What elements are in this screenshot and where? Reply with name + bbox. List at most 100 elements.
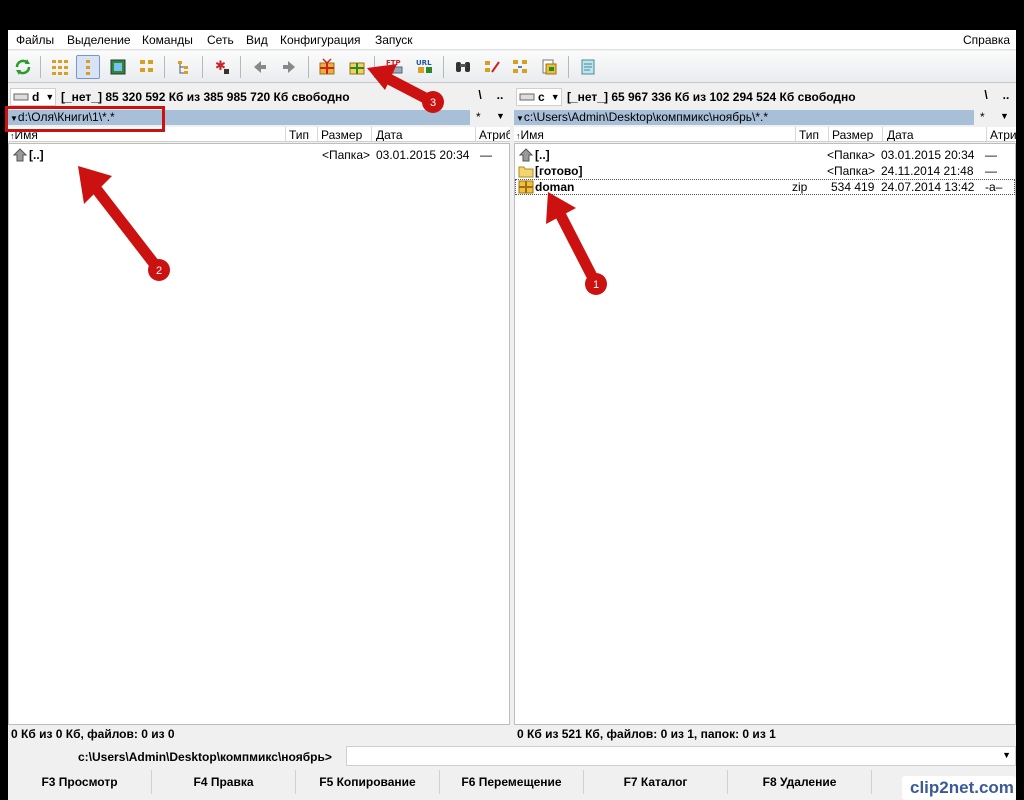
list-item[interactable]: [..] <Папка> 03.01.2015 20:34 — (515, 147, 1015, 163)
file-type: zip (792, 180, 808, 194)
multi-rename-icon (485, 61, 500, 73)
menu-bar: Файлы Выделение Команды Сеть Вид Конфигу… (8, 30, 1016, 50)
annotation-arrow-1: 1 (546, 192, 607, 295)
compare-files-icon (542, 59, 557, 75)
left-root-button[interactable]: \ (470, 88, 490, 106)
left-header-type[interactable]: Тип (289, 128, 309, 141)
notepad-icon (581, 59, 595, 75)
binoculars-icon (456, 62, 470, 72)
pack-archive-icon (319, 58, 335, 75)
file-date: 24.11.2014 21:48 (881, 164, 974, 178)
f3-view-button[interactable]: F3 Просмотр (8, 770, 152, 794)
file-date: 24.07.2014 13:42 (881, 180, 975, 194)
left-header-attr[interactable]: Атрибуты (479, 128, 510, 141)
file-name: [..] (535, 148, 550, 162)
drive-icon (519, 93, 535, 101)
forward-button[interactable] (277, 55, 301, 79)
menu-commands[interactable]: Команды (142, 33, 193, 47)
right-header-size[interactable]: Размер (832, 128, 873, 141)
tree-toggle-button[interactable] (172, 55, 196, 79)
chevron-down-icon[interactable]: ▼ (1002, 750, 1011, 760)
right-status: 0 Кб из 521 Кб, файлов: 0 из 1, папок: 0… (517, 727, 776, 741)
menu-view[interactable]: Вид (246, 33, 268, 47)
file-size: <Папка> (322, 148, 370, 162)
function-key-bar: F3 Просмотр F4 Правка F5 Копирование F6 … (8, 770, 1016, 794)
watermark-logo: clip2net.com (902, 776, 1016, 800)
left-header-size[interactable]: Размер (321, 128, 362, 141)
right-header-type[interactable]: Тип (799, 128, 819, 141)
f7-mkdir-button[interactable]: F7 Каталог (584, 770, 728, 794)
right-drive-select[interactable]: c ▼ (516, 88, 562, 106)
file-size: 534 419 (831, 180, 875, 194)
f8-delete-button[interactable]: F8 Удаление (728, 770, 872, 794)
right-filter[interactable]: * ▼ (978, 110, 1016, 125)
command-line-path: c:\Users\Admin\Desktop\компмикс\ноябрь> (78, 750, 332, 764)
right-header-attr[interactable]: Атрибуты (990, 128, 1016, 141)
file-attr: -a– (985, 180, 1003, 194)
right-root-button[interactable]: \ (976, 88, 996, 106)
total-commander-window: Файлы Выделение Команды Сеть Вид Конфигу… (8, 30, 1016, 800)
arrow-right-icon (283, 61, 295, 73)
brief-view-button[interactable] (48, 55, 72, 79)
menu-files[interactable]: Файлы (16, 33, 54, 47)
right-header-name[interactable]: ↑Имя (516, 128, 544, 141)
menu-selection[interactable]: Выделение (67, 33, 131, 47)
list-item[interactable]: [готово] <Папка> 24.11.2014 21:48 — (515, 163, 1015, 179)
right-header-date[interactable]: Дата (887, 128, 914, 141)
annotation-label-1: 1 (593, 279, 599, 291)
chevron-down-icon: ▼ (550, 92, 560, 102)
file-name: [..] (29, 148, 44, 162)
brief-view-icon (52, 60, 68, 75)
left-header-date[interactable]: Дата (376, 128, 403, 141)
sync-dirs-button[interactable] (508, 55, 532, 79)
parent-dir-icon (12, 148, 28, 165)
star-select-icon: ✱ (215, 59, 229, 74)
full-view-button[interactable] (76, 55, 100, 79)
right-path-bar[interactable]: ▼c:\Users\Admin\Desktop\компмикс\ноябрь\… (514, 110, 974, 125)
full-view-icon (86, 60, 90, 75)
back-button[interactable] (248, 55, 272, 79)
file-size: <Папка> (827, 148, 875, 162)
right-filter-value: * (980, 110, 985, 124)
refresh-button[interactable] (11, 55, 35, 79)
file-date: 03.01.2015 20:34 (376, 148, 470, 162)
annotation-label-3: 3 (430, 97, 436, 109)
f5-copy-button[interactable]: F5 Копирование (296, 770, 440, 794)
right-drive-letter: c (538, 90, 545, 104)
file-name: [готово] (535, 164, 583, 178)
tree-view-button[interactable] (135, 55, 159, 79)
multi-rename-button[interactable] (480, 55, 504, 79)
annotation-arrow-3: 3 (367, 64, 444, 113)
pack-files-button[interactable] (315, 55, 339, 79)
right-drive-info: [_нет_] 65 967 336 Кб из 102 294 524 Кб … (567, 90, 856, 104)
left-drive-info: [_нет_] 85 320 592 Кб из 385 985 720 Кб … (61, 90, 350, 104)
chevron-down-icon: ▼ (496, 111, 505, 121)
menu-network[interactable]: Сеть (207, 33, 234, 47)
f4-edit-button[interactable]: F4 Правка (152, 770, 296, 794)
chevron-down-icon: ▼ (516, 114, 524, 123)
left-filter[interactable]: * ▼ (474, 110, 512, 125)
tree-toggle-icon (178, 61, 188, 74)
menu-help[interactable]: Справка (963, 33, 1010, 47)
watermark-text: clip2net.com (910, 778, 1014, 797)
chevron-down-icon: ▼ (45, 92, 55, 102)
left-up-button[interactable]: .. (490, 88, 510, 106)
file-attr: — (985, 148, 997, 162)
tree-view-icon (140, 60, 153, 72)
select-files-button[interactable]: ✱ (210, 55, 234, 79)
right-up-button[interactable]: .. (996, 88, 1016, 106)
left-drive-letter: d (32, 90, 40, 104)
menu-launch[interactable]: Запуск (375, 33, 413, 47)
f6-move-button[interactable]: F6 Перемещение (440, 770, 584, 794)
compare-button[interactable] (537, 55, 561, 79)
path-highlight-box (5, 106, 165, 132)
left-drive-select[interactable]: d ▼ (10, 88, 56, 106)
menu-configuration[interactable]: Конфигурация (280, 33, 361, 47)
command-line-input[interactable]: ▼ (346, 746, 1016, 766)
thumbnails-button[interactable] (106, 55, 130, 79)
file-size: <Папка> (827, 164, 875, 178)
search-button[interactable] (451, 55, 475, 79)
command-line-bar: c:\Users\Admin\Desktop\компмикс\ноябрь> … (8, 746, 1016, 768)
arrow-left-icon (254, 61, 266, 73)
notepad-button[interactable] (576, 55, 600, 79)
